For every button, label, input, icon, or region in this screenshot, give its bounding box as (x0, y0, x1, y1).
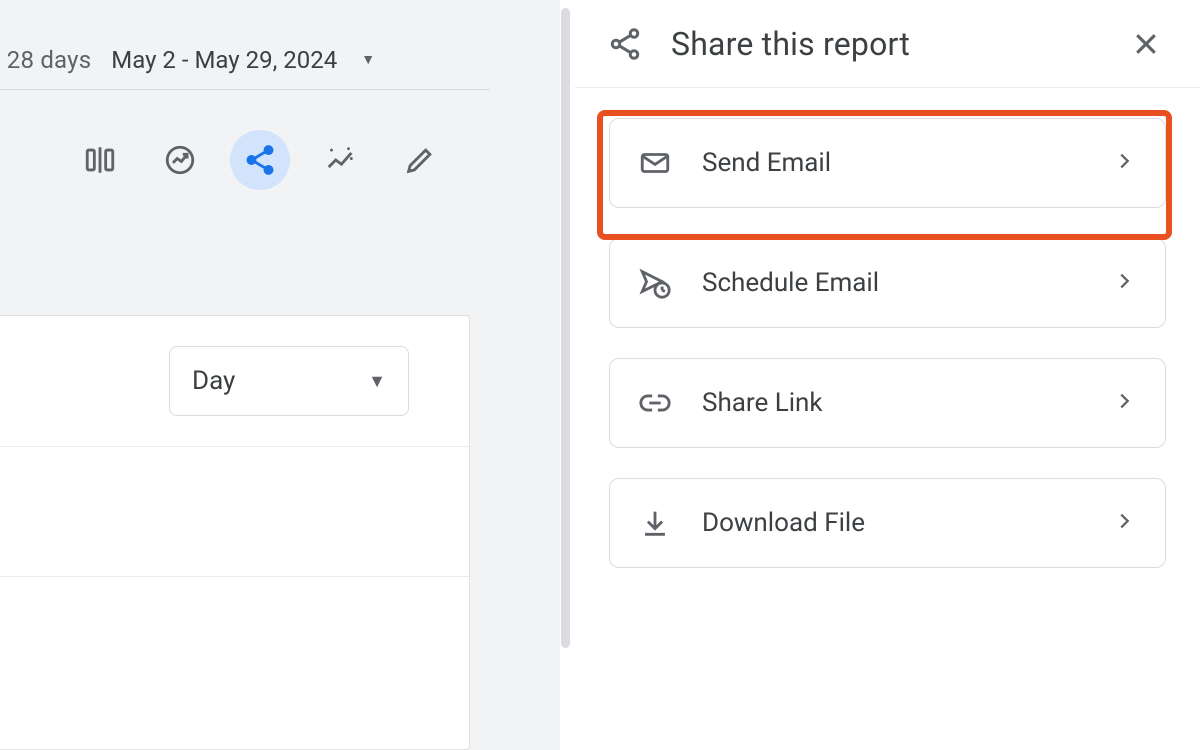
email-icon (636, 144, 674, 182)
report-area: st 28 days May 2 - May 29, 2024 ▼ (0, 0, 560, 750)
share-drawer: Share this report Send Email Schedule (575, 0, 1200, 750)
drawer-title: Share this report (671, 25, 1096, 63)
date-preset-label: st 28 days (0, 46, 91, 74)
option-label: Download File (702, 508, 1085, 538)
chevron-right-icon (1113, 150, 1139, 176)
chevron-right-icon (1113, 390, 1139, 416)
insights-button[interactable] (150, 130, 210, 190)
chart-card: Day ▼ (0, 315, 470, 750)
option-schedule-email[interactable]: Schedule Email (609, 238, 1166, 328)
share-button[interactable] (230, 130, 290, 190)
sparkle-trend-button[interactable] (310, 130, 370, 190)
option-download-file[interactable]: Download File (609, 478, 1166, 568)
granularity-value: Day (192, 366, 235, 396)
caret-down-icon: ▼ (361, 51, 375, 68)
option-label: Schedule Email (702, 268, 1085, 298)
download-icon (636, 504, 674, 542)
option-label: Send Email (702, 148, 1085, 178)
close-button[interactable] (1124, 22, 1168, 66)
chevron-right-icon (1113, 270, 1139, 296)
schedule-email-icon (636, 264, 674, 302)
compare-button[interactable] (70, 130, 130, 190)
date-range-bar[interactable]: st 28 days May 2 - May 29, 2024 ▼ (0, 30, 490, 90)
date-range-value: May 2 - May 29, 2024 (111, 46, 337, 74)
share-icon (607, 26, 643, 62)
drawer-header: Share this report (575, 0, 1200, 88)
divider (0, 576, 469, 577)
option-share-link[interactable]: Share Link (609, 358, 1166, 448)
option-label: Share Link (702, 388, 1085, 418)
pane-divider (561, 8, 570, 648)
share-options: Send Email Schedule Email Share Li (575, 88, 1200, 568)
edit-button[interactable] (390, 130, 450, 190)
chevron-right-icon (1113, 510, 1139, 536)
caret-down-icon: ▼ (368, 371, 386, 392)
granularity-select[interactable]: Day ▼ (169, 346, 409, 416)
link-icon (636, 384, 674, 422)
report-toolbar (70, 130, 450, 190)
divider (0, 446, 469, 447)
option-send-email[interactable]: Send Email (609, 118, 1166, 208)
